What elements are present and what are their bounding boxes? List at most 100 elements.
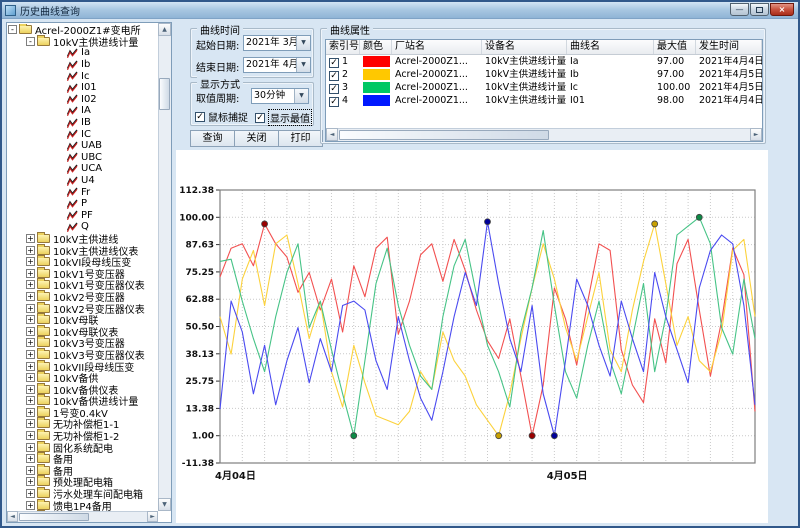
expand-icon[interactable]: +: [26, 489, 35, 498]
minimize-button[interactable]: —: [730, 3, 749, 16]
scroll-left-icon[interactable]: ◄: [326, 128, 338, 141]
tree-item[interactable]: +备用: [7, 453, 158, 465]
row-checkbox[interactable]: ✓: [329, 71, 339, 81]
tree-hscroll-thumb[interactable]: [19, 513, 89, 521]
checkbox-icon[interactable]: ✓: [255, 113, 265, 123]
table-header-cell[interactable]: 设备名: [482, 40, 567, 54]
tree-item[interactable]: UAB: [7, 140, 158, 152]
expand-icon[interactable]: +: [26, 396, 35, 405]
row-index: 4: [342, 95, 348, 106]
tree-item[interactable]: I02: [7, 94, 158, 106]
expand-icon[interactable]: +: [26, 443, 35, 452]
expand-icon[interactable]: +: [26, 477, 35, 486]
tree-scroll-thumb[interactable]: [159, 78, 170, 110]
action-buttons: 查询 关闭 打印: [190, 130, 323, 147]
tree-item[interactable]: P: [7, 198, 158, 210]
expand-icon[interactable]: +: [26, 501, 35, 510]
maximize-button[interactable]: [750, 3, 769, 16]
expand-icon[interactable]: +: [26, 280, 35, 289]
scroll-down-icon[interactable]: ▼: [158, 498, 171, 511]
start-date-label: 起始日期:: [196, 37, 239, 52]
expand-icon[interactable]: +: [26, 257, 35, 266]
tree-item[interactable]: IB: [7, 117, 158, 129]
table-row[interactable]: ✓ 1Acrel-2000Z1...10kV主供进线计量Ia97.002021年…: [326, 55, 762, 68]
trend-chart-plot[interactable]: 112.38100.0087.6375.2562.8850.5038.1325.…: [176, 150, 768, 523]
table-scroll-thumb[interactable]: [339, 130, 549, 140]
curve-color-swatch: [363, 69, 390, 80]
expand-icon[interactable]: +: [26, 362, 35, 371]
expand-icon[interactable]: +: [26, 304, 35, 313]
chevron-down-icon[interactable]: ▼: [294, 89, 308, 103]
close-button[interactable]: ×: [770, 3, 794, 16]
show-extremes-checkbox[interactable]: ✓ 显示最值: [255, 109, 312, 126]
tree-item[interactable]: UCA: [7, 163, 158, 175]
expand-icon[interactable]: +: [26, 338, 35, 347]
tree-vertical-scrollbar[interactable]: ▲ ▼: [158, 23, 171, 511]
expand-icon[interactable]: +: [26, 246, 35, 255]
y-axis-tick-label: 13.38: [186, 404, 214, 414]
table-horizontal-scrollbar[interactable]: ◄ ►: [326, 128, 762, 141]
expand-icon[interactable]: +: [26, 431, 35, 440]
expand-icon[interactable]: +: [26, 234, 35, 243]
row-checkbox[interactable]: ✓: [329, 97, 339, 107]
scroll-up-icon[interactable]: ▲: [158, 23, 171, 36]
table-row[interactable]: ✓ 3Acrel-2000Z1...10kV主供进线计量Ic100.002021…: [326, 81, 762, 94]
tree-item[interactable]: +馈电1P4备用: [7, 499, 158, 511]
expand-icon[interactable]: +: [26, 419, 35, 428]
scroll-left-icon[interactable]: ◄: [7, 511, 18, 522]
chevron-down-icon[interactable]: ▼: [296, 36, 310, 50]
tree-item[interactable]: Ib: [7, 59, 158, 71]
table-header-cell[interactable]: 厂站名: [392, 40, 482, 54]
row-checkbox[interactable]: ✓: [329, 58, 339, 68]
tree-item-label: Fr: [80, 187, 90, 198]
expand-icon[interactable]: +: [26, 292, 35, 301]
start-date-combobox[interactable]: 2021年 3月30 ▼: [243, 35, 311, 51]
end-date-combobox[interactable]: 2021年 4月14 ▼: [243, 57, 311, 73]
table-cell-station: Acrel-2000Z1...: [392, 69, 482, 81]
checkbox-icon[interactable]: ✓: [195, 112, 205, 122]
tree-item[interactable]: Fr: [7, 186, 158, 198]
tree-item[interactable]: Ic: [7, 70, 158, 82]
print-button[interactable]: 打印: [278, 130, 323, 147]
mouse-snap-checkbox[interactable]: ✓ 鼠标捕捉: [195, 109, 248, 124]
table-header-cell[interactable]: 曲线名: [567, 40, 654, 54]
query-button[interactable]: 查询: [190, 130, 235, 147]
chevron-down-icon[interactable]: ▼: [296, 58, 310, 72]
scroll-right-icon[interactable]: ►: [750, 128, 762, 141]
row-checkbox[interactable]: ✓: [329, 84, 339, 94]
history-curve-query-window: 历史曲线查询 — × -Acrel-2000Z1#变电所-10kV主供进线计量I…: [0, 0, 800, 528]
tree-item[interactable]: PF: [7, 210, 158, 222]
table-header-cell[interactable]: 最大值: [654, 40, 696, 54]
collapse-icon[interactable]: -: [26, 37, 35, 46]
tree-horizontal-scrollbar[interactable]: ◄ ►: [7, 511, 158, 522]
table-row[interactable]: ✓ 4Acrel-2000Z1...10kV主供进线计量I0198.002021…: [326, 94, 762, 107]
tree-item[interactable]: UBC: [7, 152, 158, 164]
close-dialog-button[interactable]: 关闭: [234, 130, 279, 147]
expand-icon[interactable]: +: [26, 350, 35, 359]
expand-icon[interactable]: +: [26, 466, 35, 475]
tree-item[interactable]: IA: [7, 105, 158, 117]
expand-icon[interactable]: +: [26, 408, 35, 417]
folder-icon: [37, 246, 50, 255]
expand-icon[interactable]: +: [26, 269, 35, 278]
table-header-cell[interactable]: 颜色: [360, 40, 392, 54]
tree-item[interactable]: U4: [7, 175, 158, 187]
tree-item[interactable]: I01: [7, 82, 158, 94]
period-combobox[interactable]: 30分钟 ▼: [251, 88, 309, 104]
tree-item[interactable]: +固化系统配电: [7, 441, 158, 453]
tree-item[interactable]: IC: [7, 128, 158, 140]
expand-icon[interactable]: +: [26, 373, 35, 382]
scroll-right-icon[interactable]: ►: [147, 511, 158, 522]
expand-icon[interactable]: +: [26, 454, 35, 463]
table-header-cell[interactable]: 发生时间: [696, 40, 762, 54]
expand-icon[interactable]: +: [26, 327, 35, 336]
expand-icon[interactable]: +: [26, 315, 35, 324]
tree-item[interactable]: -10kV主供进线计量: [7, 36, 158, 48]
table-header-cell[interactable]: 索引号: [326, 40, 360, 54]
y-axis-tick-label: -11.38: [182, 459, 214, 469]
folder-icon: [37, 280, 50, 289]
expand-icon[interactable]: +: [26, 385, 35, 394]
table-row[interactable]: ✓ 2Acrel-2000Z1...10kV主供进线计量Ib97.002021年…: [326, 68, 762, 81]
collapse-icon[interactable]: -: [8, 25, 17, 34]
tree-item[interactable]: Ia: [7, 47, 158, 59]
